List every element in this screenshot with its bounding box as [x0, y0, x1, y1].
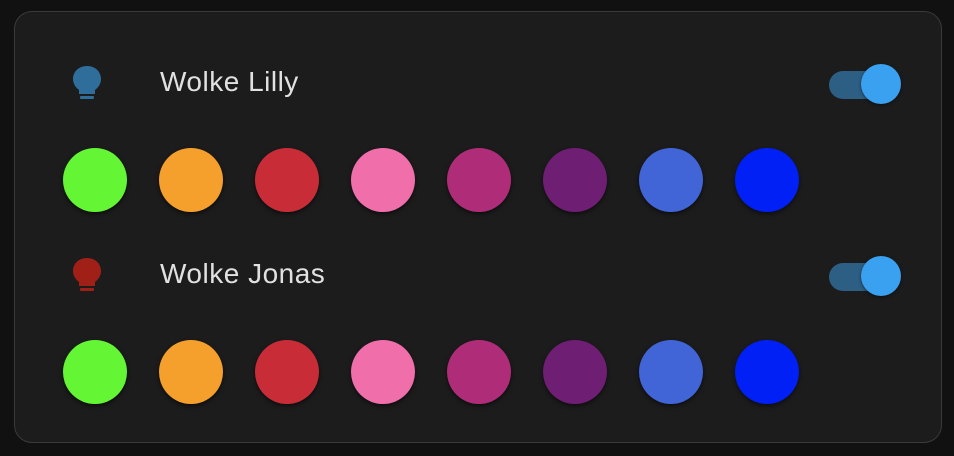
color-swatch-orange[interactable] [159, 148, 223, 212]
light-row-wolke-lilly[interactable]: Wolke Lilly [15, 52, 941, 112]
light-row-wolke-jonas[interactable]: Wolke Jonas [15, 244, 941, 304]
color-swatch-blue[interactable] [735, 148, 799, 212]
lightbulb-icon[interactable] [69, 256, 105, 296]
color-swatch-light-blue[interactable] [639, 148, 703, 212]
light-name: Wolke Jonas [160, 258, 326, 289]
light-toggle[interactable] [829, 256, 903, 296]
color-swatch-light-blue[interactable] [639, 340, 703, 404]
toggle-knob [861, 256, 901, 296]
color-swatch-row [15, 340, 941, 410]
color-swatch-purple[interactable] [543, 340, 607, 404]
color-swatch-magenta[interactable] [447, 340, 511, 404]
color-swatch-purple[interactable] [543, 148, 607, 212]
lights-card: Wolke Lilly Wolke Jonas [14, 11, 942, 443]
color-swatch-orange[interactable] [159, 340, 223, 404]
color-swatch-magenta[interactable] [447, 148, 511, 212]
color-swatch-pink[interactable] [351, 340, 415, 404]
color-swatch-green[interactable] [63, 148, 127, 212]
toggle-knob [861, 64, 901, 104]
color-swatch-blue[interactable] [735, 340, 799, 404]
color-swatch-pink[interactable] [351, 148, 415, 212]
color-swatch-green[interactable] [63, 340, 127, 404]
color-swatch-red[interactable] [255, 148, 319, 212]
light-toggle[interactable] [829, 64, 903, 104]
light-name: Wolke Lilly [160, 66, 299, 97]
lightbulb-icon[interactable] [69, 64, 105, 104]
color-swatch-red[interactable] [255, 340, 319, 404]
color-swatch-row [15, 148, 941, 218]
